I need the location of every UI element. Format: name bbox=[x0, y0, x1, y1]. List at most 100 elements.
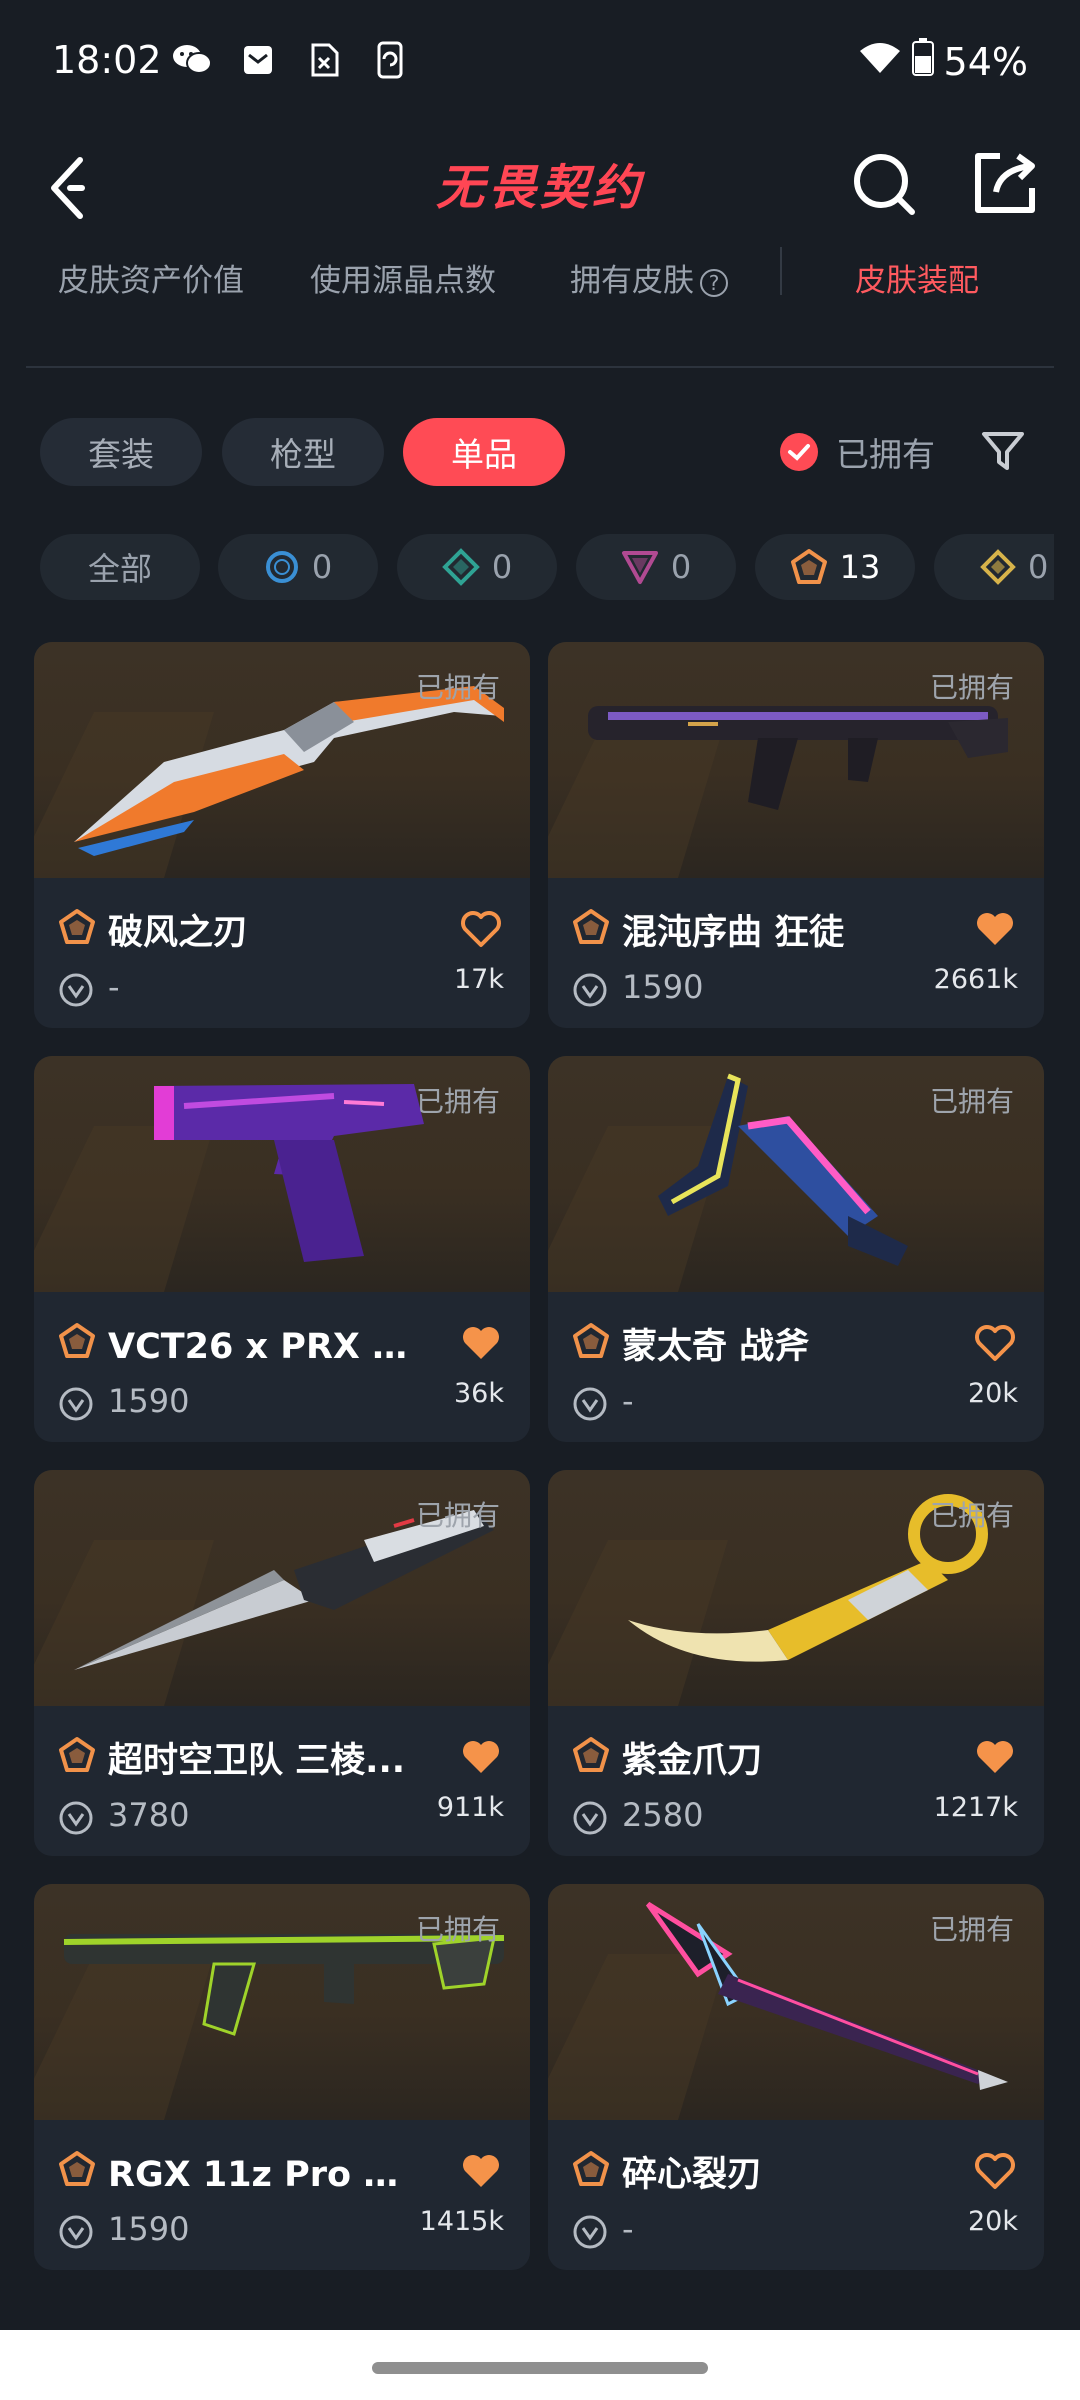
skin-price: - bbox=[622, 2210, 634, 2248]
like-count: 1217k bbox=[933, 1792, 1018, 1823]
exclusive-tier-icon bbox=[573, 909, 609, 944]
share-button[interactable] bbox=[970, 148, 1040, 218]
like-count: 1415k bbox=[419, 2206, 504, 2237]
chip-count: 0 bbox=[670, 548, 692, 586]
radianite-coin-icon bbox=[573, 1387, 607, 1421]
heart-filled-icon[interactable] bbox=[460, 1324, 502, 1362]
segment-single-item[interactable]: 单品 bbox=[403, 418, 565, 486]
mail-icon bbox=[238, 40, 278, 80]
chip-deluxe-tier[interactable]: 0 bbox=[397, 534, 557, 600]
heart-outline-icon[interactable] bbox=[974, 2152, 1016, 2190]
status-bar: 18:02 54% bbox=[0, 0, 1080, 120]
skin-price: 1590 bbox=[108, 1382, 190, 1420]
deluxe-tier-icon bbox=[441, 548, 480, 586]
tab-skin-asset-value[interactable]: 皮肤资产价值 bbox=[58, 255, 244, 300]
owned-badge: 已拥有 bbox=[929, 1085, 1014, 1118]
heart-filled-icon[interactable] bbox=[974, 910, 1016, 948]
like-count: 17k bbox=[454, 964, 504, 995]
divider bbox=[780, 247, 782, 295]
premium-tier-icon bbox=[621, 551, 658, 584]
home-gesture-handle[interactable] bbox=[372, 2362, 708, 2374]
system-nav-bar bbox=[0, 2330, 1080, 2400]
owned-badge: 已拥有 bbox=[415, 1499, 500, 1532]
skin-image: 已拥有 bbox=[34, 1884, 530, 2120]
skin-image: 已拥有 bbox=[548, 642, 1044, 878]
radianite-coin-icon bbox=[59, 973, 93, 1007]
chip-count: 0 bbox=[491, 548, 513, 586]
chip-exclusive-tier[interactable]: 13 bbox=[755, 534, 915, 600]
skin-image: 已拥有 bbox=[548, 1470, 1044, 1706]
divider bbox=[26, 366, 1054, 368]
search-icon bbox=[854, 154, 915, 215]
chip-select-tier[interactable]: 0 bbox=[218, 534, 378, 600]
exclusive-tier-icon bbox=[573, 1737, 609, 1772]
owned-badge: 已拥有 bbox=[415, 671, 500, 704]
help-icon[interactable]: ? bbox=[700, 268, 728, 297]
skin-image: 已拥有 bbox=[34, 1470, 530, 1706]
checkbox-checked-icon bbox=[780, 433, 818, 471]
heart-filled-icon[interactable] bbox=[460, 2152, 502, 2190]
chip-premium-tier[interactable]: 0 bbox=[576, 534, 736, 600]
skin-image: 已拥有 bbox=[548, 1056, 1044, 1292]
heart-filled-icon[interactable] bbox=[974, 1738, 1016, 1776]
search-button[interactable] bbox=[850, 150, 920, 220]
owned-filter-toggle[interactable]: 已拥有 bbox=[780, 428, 935, 476]
status-time: 18:02 bbox=[52, 38, 162, 82]
chip-count: 0 bbox=[311, 548, 333, 586]
exclusive-tier-icon bbox=[59, 2151, 95, 2186]
owned-badge: 已拥有 bbox=[929, 1499, 1014, 1532]
exclusive-tier-icon bbox=[59, 1737, 95, 1772]
exclusive-tier-icon bbox=[59, 1323, 95, 1358]
radianite-coin-icon bbox=[59, 1387, 93, 1421]
skin-price: - bbox=[108, 968, 120, 1006]
skin-card[interactable]: 已拥有 破风之刃 - 17k bbox=[34, 642, 530, 1028]
like-count: 36k bbox=[454, 1378, 504, 1409]
owned-badge: 已拥有 bbox=[929, 1913, 1014, 1946]
tab-owned-skins[interactable]: 拥有皮肤? bbox=[570, 255, 728, 300]
skin-card[interactable]: 已拥有 RGX 11z Pro 狂徒 1590 1415k bbox=[34, 1884, 530, 2270]
radianite-coin-icon bbox=[573, 2215, 607, 2249]
battery-level: 54% bbox=[943, 39, 1028, 84]
share-icon bbox=[975, 153, 1035, 213]
owned-filter-label: 已拥有 bbox=[836, 435, 935, 474]
skin-price: 1590 bbox=[622, 968, 704, 1006]
skin-card[interactable]: 已拥有 VCT26 x PRX 标配 1590 36k bbox=[34, 1056, 530, 1442]
heart-outline-icon[interactable] bbox=[974, 1324, 1016, 1362]
skin-card[interactable]: 已拥有 紫金爪刀 2580 1217k bbox=[548, 1470, 1044, 1856]
radianite-coin-icon bbox=[59, 2215, 93, 2249]
skin-name: VCT26 x PRX 标配 bbox=[108, 1327, 428, 1367]
segment-weapon-type[interactable]: 枪型 bbox=[222, 418, 384, 486]
skin-price: 2580 bbox=[622, 1796, 704, 1834]
skin-name: 破风之刃 bbox=[108, 913, 249, 953]
skin-name: 碎心裂刃 bbox=[622, 2155, 763, 2195]
heart-filled-icon[interactable] bbox=[460, 1738, 502, 1776]
skin-image: 已拥有 bbox=[548, 1884, 1044, 2120]
wechat-icon bbox=[172, 40, 212, 80]
radianite-coin-icon bbox=[59, 1801, 93, 1835]
ultra-tier-icon bbox=[980, 549, 1016, 585]
like-count: 20k bbox=[968, 1378, 1018, 1409]
phone-sync-icon bbox=[370, 40, 410, 80]
exclusive-tier-icon bbox=[573, 1323, 609, 1358]
like-count: 2661k bbox=[933, 964, 1018, 995]
skin-name: RGX 11z Pro 狂徒 bbox=[108, 2155, 428, 2195]
like-count: 911k bbox=[436, 1792, 504, 1823]
owned-badge: 已拥有 bbox=[415, 1913, 500, 1946]
tab-radianite-points[interactable]: 使用源晶点数 bbox=[310, 255, 496, 300]
chip-ultra-tier[interactable]: 0 bbox=[934, 534, 1054, 600]
skin-name: 紫金爪刀 bbox=[622, 1741, 763, 1781]
exclusive-tier-icon bbox=[59, 909, 95, 944]
skin-card[interactable]: 已拥有 碎心裂刃 - 20k bbox=[548, 1884, 1044, 2270]
chip-all[interactable]: 全部 bbox=[40, 534, 200, 600]
battery-icon bbox=[911, 38, 934, 85]
filter-button[interactable] bbox=[980, 428, 1026, 474]
segment-bundle[interactable]: 套装 bbox=[40, 418, 202, 486]
skin-price: - bbox=[622, 1382, 634, 1420]
skin-card[interactable]: 已拥有 蒙太奇 战斧 - 20k bbox=[548, 1056, 1044, 1442]
skin-price: 1590 bbox=[108, 2210, 190, 2248]
radianite-coin-icon bbox=[573, 1801, 607, 1835]
skin-card[interactable]: 已拥有 混沌序曲 狂徒 1590 2661k bbox=[548, 642, 1044, 1028]
tab-skin-loadout[interactable]: 皮肤装配 bbox=[855, 255, 979, 300]
heart-outline-icon[interactable] bbox=[460, 910, 502, 948]
skin-card[interactable]: 已拥有 超时空卫队 三棱... 3780 911k bbox=[34, 1470, 530, 1856]
